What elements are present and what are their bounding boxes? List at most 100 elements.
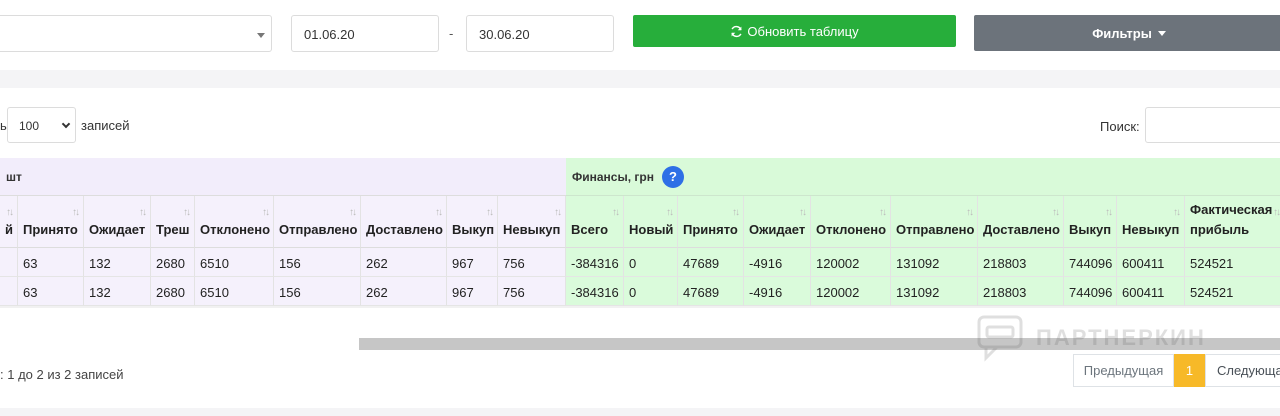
show-entries-label: ь xyxy=(0,118,7,133)
refresh-button-label: Обновить таблицу xyxy=(747,23,859,39)
column-header-label: Треш xyxy=(156,221,190,237)
column-header-label: Новый xyxy=(629,221,674,237)
table-cell: 524521 xyxy=(1185,277,1280,306)
column-header-count-8[interactable]: Невыкуп ↑↓ xyxy=(498,196,566,248)
sort-icon: ↑↓ xyxy=(349,207,357,218)
top-toolbar: 01.06.20 - 30.06.20 Обновить таблицу Фил… xyxy=(0,0,1280,70)
sort-icon: ↑↓ xyxy=(1052,207,1060,218)
column-header-finance-3[interactable]: Ожидает ↑↓ xyxy=(744,196,811,248)
column-header-count-0[interactable]: й ↑↓ xyxy=(0,196,18,248)
column-header-count-2[interactable]: Ожидает ↑↓ xyxy=(84,196,151,248)
column-header-label: й xyxy=(5,221,13,237)
watermark: ПАРТНЕРКИН xyxy=(976,310,1236,366)
table-cell: 218803 xyxy=(978,277,1064,306)
page-length-value: 100 xyxy=(19,119,40,133)
search-label: Поиск: xyxy=(1100,119,1140,134)
table-cell: 218803 xyxy=(978,248,1064,277)
date-separator: - xyxy=(449,26,454,41)
table-cell: 600411 xyxy=(1117,277,1185,306)
offer-select[interactable] xyxy=(0,15,272,52)
column-header-count-6[interactable]: Доставлено ↑↓ xyxy=(361,196,447,248)
stats-table: шт Финансы, грн ? й ↑↓ Принято ↑↓ Ожидает ↑↓ Т… xyxy=(0,158,1280,308)
column-header-count-7[interactable]: Выкуп ↑↓ xyxy=(447,196,498,248)
table-cell: 131092 xyxy=(891,248,978,277)
column-header-finance-5[interactable]: Отправлено ↑↓ xyxy=(891,196,978,248)
column-header-finance-7[interactable]: Выкуп ↑↓ xyxy=(1064,196,1117,248)
column-header-finance-1[interactable]: Новый ↑↓ xyxy=(624,196,678,248)
sort-icon: ↑↓ xyxy=(879,207,887,218)
table-cell: 131092 xyxy=(891,277,978,306)
group-header-counts: шт xyxy=(0,158,566,196)
table-cell: 120002 xyxy=(811,248,891,277)
page-length-select[interactable]: 100 xyxy=(7,107,76,143)
column-header-finance-2[interactable]: Принято ↑↓ xyxy=(678,196,744,248)
table-cell: 967 xyxy=(447,277,498,306)
refresh-icon xyxy=(731,25,743,37)
column-header-label: Ожидает xyxy=(89,221,146,237)
table-cell: 156 xyxy=(274,277,361,306)
column-header-finance-0[interactable]: Всего ↑↓ xyxy=(566,196,624,248)
sort-icon: ↑↓ xyxy=(1173,207,1181,218)
table-cell xyxy=(0,248,18,277)
refresh-table-button[interactable]: Обновить таблицу xyxy=(633,15,956,47)
column-header-count-1[interactable]: Принято ↑↓ xyxy=(18,196,84,248)
column-header-label: Отправлено xyxy=(279,221,358,237)
column-header-label: Невыкуп xyxy=(1122,221,1180,237)
sort-icon: ↑↓ xyxy=(139,207,147,218)
sort-icon: ↑↓ xyxy=(1105,207,1113,218)
table-cell: 0 xyxy=(624,277,678,306)
chevron-down-icon xyxy=(61,119,71,129)
caret-down-icon xyxy=(1157,30,1166,36)
date-from-input[interactable]: 01.06.20 xyxy=(291,15,439,52)
column-header-finance-4[interactable]: Отклонено ↑↓ xyxy=(811,196,891,248)
table-cell: 524521 xyxy=(1185,248,1280,277)
filters-button[interactable]: Фильтры xyxy=(974,15,1280,51)
help-icon[interactable]: ? xyxy=(661,165,684,188)
table-cell: 744096 xyxy=(1064,277,1117,306)
sort-icon: ↑↓ xyxy=(554,207,562,218)
table-cell: 132 xyxy=(84,248,151,277)
table-cell: 47689 xyxy=(678,277,744,306)
table-cell: 2680 xyxy=(151,248,195,277)
table-cell: 756 xyxy=(498,277,566,306)
column-header-label: Невыкуп xyxy=(503,221,561,237)
table-cell xyxy=(0,277,18,306)
watermark-text: ПАРТНЕРКИН xyxy=(1036,325,1206,350)
column-header-label: Выкуп xyxy=(452,221,495,237)
sort-icon: ↑↓ xyxy=(72,207,80,218)
date-to-input[interactable]: 30.06.20 xyxy=(466,15,614,52)
column-header-count-4[interactable]: Отклонено ↑↓ xyxy=(195,196,274,248)
sort-icon: ↑↓ xyxy=(966,207,974,218)
table-cell: 120002 xyxy=(811,277,891,306)
search-input[interactable] xyxy=(1145,107,1280,143)
records-label: записей xyxy=(81,118,130,133)
column-header-count-5[interactable]: Отправлено ↑↓ xyxy=(274,196,361,248)
sort-icon: ↑↓ xyxy=(612,207,620,218)
group-finance-label: Финансы, грн xyxy=(572,169,654,184)
column-header-count-3[interactable]: Треш ↑↓ xyxy=(151,196,195,248)
table-cell: 6510 xyxy=(195,248,274,277)
table-cell: 744096 xyxy=(1064,248,1117,277)
column-header-label: Отправлено xyxy=(896,221,975,237)
table-cell: -384316 xyxy=(566,248,624,277)
group-counts-label: шт xyxy=(6,169,22,184)
column-header-finance-8[interactable]: Невыкуп ↑↓ xyxy=(1117,196,1185,248)
table-cell: -4916 xyxy=(744,277,811,306)
sort-icon: ↑↓ xyxy=(183,207,191,218)
column-header-finance-6[interactable]: Доставлено ↑↓ xyxy=(978,196,1064,248)
chat-logo-icon xyxy=(977,315,1023,362)
table-cell: 63 xyxy=(18,277,84,306)
table-cell: 63 xyxy=(18,248,84,277)
table-cell: 2680 xyxy=(151,277,195,306)
column-header-label: Ожидает xyxy=(749,221,806,237)
sort-icon: ↑↓ xyxy=(799,207,807,218)
sort-icon: ↑↓ xyxy=(435,207,443,218)
column-header-label: Доставлено xyxy=(366,221,443,237)
table-cell: 47689 xyxy=(678,248,744,277)
sort-icon: ↑↓ xyxy=(666,207,674,218)
table-cell: 262 xyxy=(361,248,447,277)
table-cell: 6510 xyxy=(195,277,274,306)
caret-down-icon xyxy=(257,33,265,38)
column-header-finance-9[interactable]: Фактическая прибыль ↑↓ xyxy=(1185,196,1280,248)
column-header-label: Отклонено xyxy=(816,221,887,237)
